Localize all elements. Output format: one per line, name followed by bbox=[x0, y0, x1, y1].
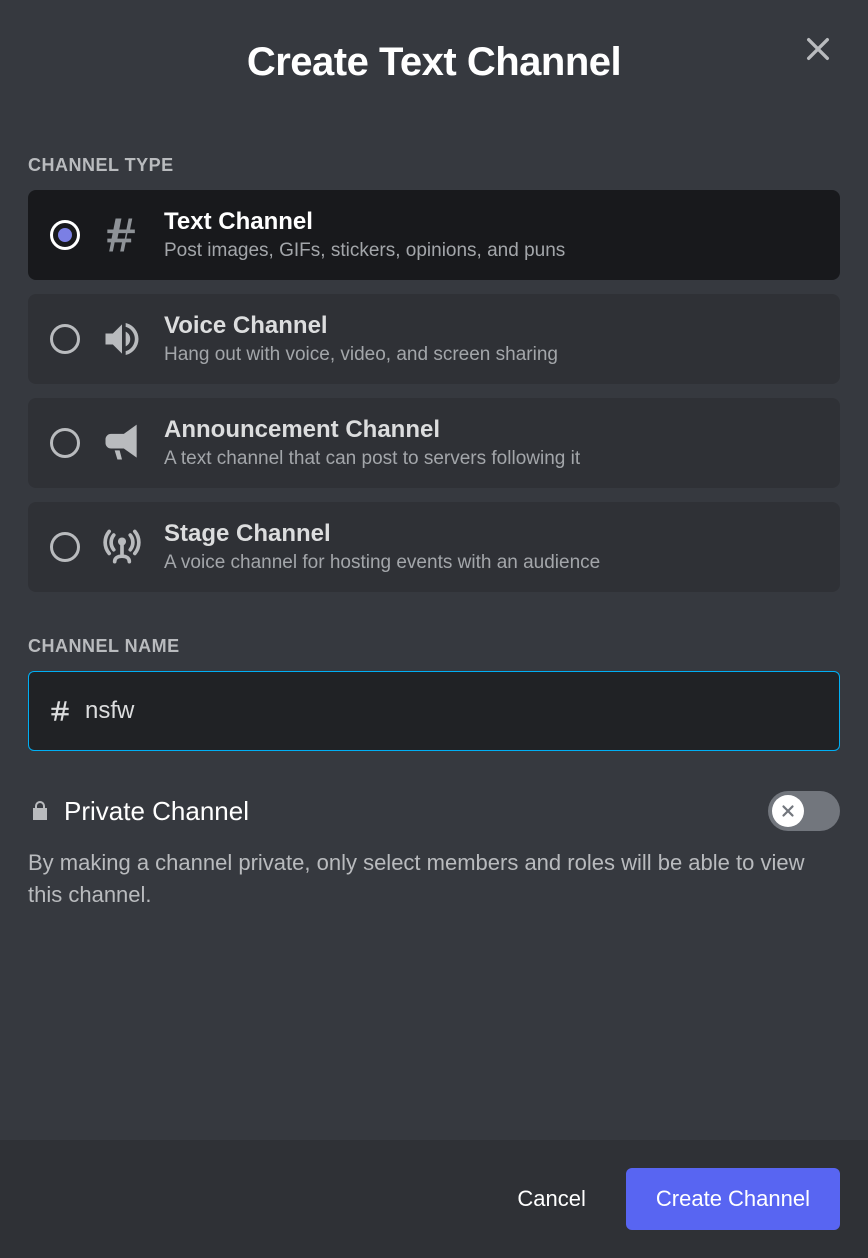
channel-type-voice[interactable]: Voice Channel Hang out with voice, video… bbox=[28, 294, 840, 384]
private-channel-toggle[interactable] bbox=[768, 791, 840, 831]
speaker-icon bbox=[100, 317, 144, 361]
modal-title: Create Text Channel bbox=[30, 40, 838, 85]
radio-voice bbox=[50, 324, 80, 354]
radio-stage bbox=[50, 532, 80, 562]
type-desc: A text channel that can post to servers … bbox=[164, 448, 580, 470]
radio-dot-icon bbox=[58, 228, 72, 242]
close-button[interactable] bbox=[798, 30, 838, 70]
type-desc: Hang out with voice, video, and screen s… bbox=[164, 344, 558, 366]
modal-content: CHANNEL TYPE Text Channel Post images, G… bbox=[0, 95, 868, 1140]
private-channel-label: Private Channel bbox=[64, 796, 249, 827]
private-channel-row: Private Channel bbox=[28, 791, 840, 831]
megaphone-icon bbox=[100, 421, 144, 465]
channel-type-stage[interactable]: Stage Channel A voice channel for hostin… bbox=[28, 502, 840, 592]
private-channel-description: By making a channel private, only select… bbox=[28, 847, 840, 911]
close-icon bbox=[802, 33, 834, 68]
create-channel-modal: Create Text Channel CHANNEL TYPE Text Ch… bbox=[0, 0, 868, 1258]
radio-text bbox=[50, 220, 80, 250]
modal-footer: Cancel Create Channel bbox=[0, 1140, 868, 1258]
channel-type-list: Text Channel Post images, GIFs, stickers… bbox=[28, 190, 840, 592]
stage-icon bbox=[100, 525, 144, 569]
create-channel-button[interactable]: Create Channel bbox=[626, 1168, 840, 1230]
cancel-button[interactable]: Cancel bbox=[487, 1168, 615, 1230]
type-desc: A voice channel for hosting events with … bbox=[164, 552, 600, 574]
radio-announce bbox=[50, 428, 80, 458]
channel-name-input[interactable] bbox=[85, 697, 821, 725]
type-title: Text Channel bbox=[164, 208, 565, 236]
type-title: Stage Channel bbox=[164, 520, 600, 548]
modal-header: Create Text Channel bbox=[0, 0, 868, 95]
channel-type-text[interactable]: Text Channel Post images, GIFs, stickers… bbox=[28, 190, 840, 280]
type-desc: Post images, GIFs, stickers, opinions, a… bbox=[164, 240, 565, 262]
lock-icon bbox=[28, 799, 52, 823]
channel-name-label: CHANNEL NAME bbox=[28, 636, 840, 657]
hash-icon bbox=[100, 213, 144, 257]
channel-name-field[interactable] bbox=[28, 671, 840, 751]
channel-type-label: CHANNEL TYPE bbox=[28, 155, 840, 176]
type-title: Announcement Channel bbox=[164, 416, 580, 444]
type-title: Voice Channel bbox=[164, 312, 558, 340]
channel-type-announcement[interactable]: Announcement Channel A text channel that… bbox=[28, 398, 840, 488]
hash-icon bbox=[47, 698, 73, 724]
toggle-knob bbox=[772, 795, 804, 827]
